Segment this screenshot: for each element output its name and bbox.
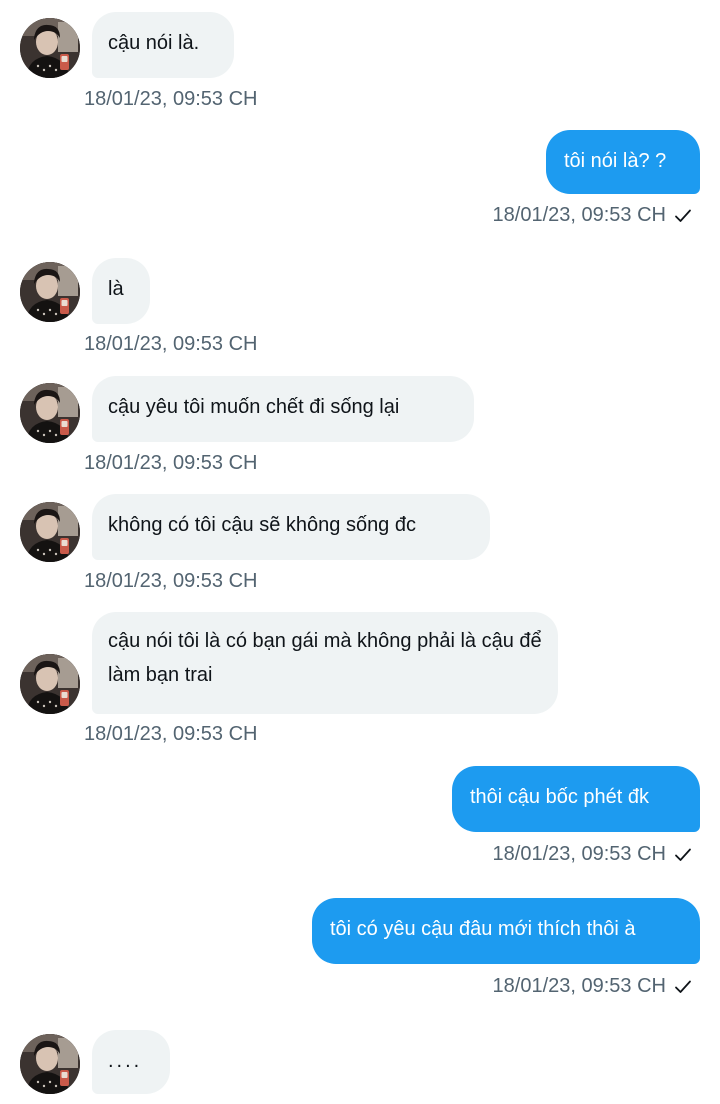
message-timestamp: 18/01/23, 09:53 CH (84, 333, 258, 355)
avatar-photo (20, 502, 80, 562)
message-timestamp-text: 18/01/23, 09:53 CH (492, 843, 666, 865)
message-timestamp: 18/01/23, 09:53 CH (84, 570, 258, 592)
message-bubble-outgoing[interactable]: tôi có yêu cậu đâu mới thích thôi à (312, 898, 700, 964)
avatar[interactable] (20, 18, 80, 78)
message-bubble-incoming[interactable]: cậu nói là. (92, 12, 234, 78)
message-bubble-incoming[interactable]: là (92, 258, 150, 324)
message-timestamp-text: 18/01/23, 09:53 CH (492, 975, 666, 997)
sent-check-icon (674, 846, 692, 864)
avatar-photo (20, 18, 80, 78)
message-thread: cậu nói là. 18/01/23, 09:53 CH tôi nói l… (0, 0, 720, 1104)
message-timestamp: 18/01/23, 09:53 CH (493, 202, 692, 228)
avatar[interactable] (20, 383, 80, 443)
message-timestamp-text: 18/01/23, 09:53 CH (492, 204, 666, 226)
message-bubble-incoming[interactable]: cậu yêu tôi muốn chết đi sống lại (92, 376, 474, 442)
message-bubble-incoming[interactable]: không có tôi cậu sẽ không sống đc (92, 494, 490, 560)
avatar[interactable] (20, 262, 80, 322)
sent-check-icon (674, 207, 692, 225)
avatar-photo (20, 262, 80, 322)
avatar-photo (20, 654, 80, 714)
message-timestamp: 18/01/23, 09:53 CH (84, 88, 258, 110)
message-timestamp: 18/01/23, 09:53 CH (493, 841, 692, 867)
avatar-photo (20, 1034, 80, 1094)
avatar[interactable] (20, 1034, 80, 1094)
avatar-photo (20, 383, 80, 443)
message-bubble-incoming[interactable]: .... (92, 1030, 170, 1094)
message-bubble-incoming[interactable]: cậu nói tôi là có bạn gái mà không phải … (92, 612, 558, 714)
message-bubble-outgoing[interactable]: tôi nói là? ? (546, 130, 700, 194)
message-timestamp: 18/01/23, 09:53 CH (84, 452, 258, 474)
avatar[interactable] (20, 502, 80, 562)
message-timestamp: 18/01/23, 09:53 CH (84, 723, 258, 745)
avatar[interactable] (20, 654, 80, 714)
message-bubble-outgoing[interactable]: thôi cậu bốc phét đk (452, 766, 700, 832)
sent-check-icon (674, 978, 692, 996)
message-timestamp: 18/01/23, 09:53 CH (493, 973, 692, 999)
